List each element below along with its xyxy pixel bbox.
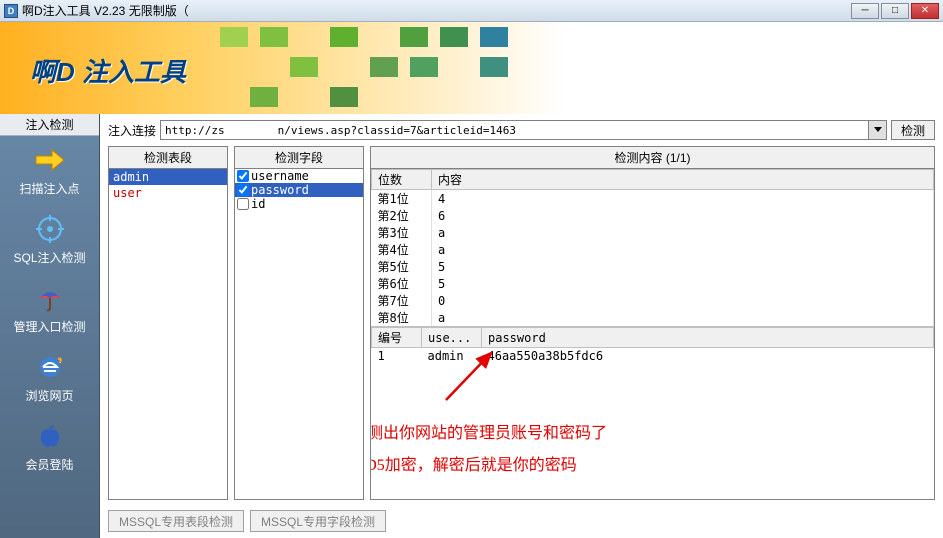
url-dropdown-button[interactable]	[869, 120, 887, 140]
field-row[interactable]: id	[235, 197, 363, 211]
table-row[interactable]: admin	[109, 169, 227, 185]
field-label: password	[251, 183, 309, 197]
annotation-text: 当然密码是MD5加密，解密后就是你的密码	[371, 451, 577, 475]
sidebar-item-label: 管理入口检测	[13, 318, 85, 335]
apple-icon	[34, 420, 66, 452]
window-titlebar: D 啊D注入工具 V2.23 无限制版（ ─ □ ✕	[0, 0, 943, 22]
url-bar: 注入连接 检测	[108, 120, 935, 140]
sidebar-item-scan[interactable]: 扫描注入点	[0, 136, 99, 205]
sidebar-item-sql[interactable]: SQL注入检测	[0, 205, 99, 274]
position-row[interactable]: 第8位a	[372, 309, 934, 326]
result-row[interactable]: 1 admin 46aa550a38b5fdc6	[372, 348, 934, 365]
fields-panel: 检测字段 username password id	[234, 146, 364, 500]
arrow-right-icon	[34, 144, 66, 176]
header-decoration	[200, 22, 943, 114]
position-row[interactable]: 第7位0	[372, 292, 934, 309]
table-row[interactable]: user	[109, 185, 227, 201]
annotation-text: 这里就已经检测出你网站的管理员账号和密码了	[371, 419, 607, 443]
col-header-position[interactable]: 位数	[372, 170, 432, 190]
col-header-password[interactable]: password	[482, 328, 934, 348]
url-input[interactable]	[160, 120, 869, 140]
sidebar-item-label: 浏览网页	[25, 387, 73, 404]
sidebar-item-admin[interactable]: 管理入口检测	[0, 274, 99, 343]
close-button[interactable]: ✕	[911, 3, 939, 19]
window-title: 啊D注入工具 V2.23 无限制版（	[22, 2, 851, 19]
mssql-fields-button[interactable]: MSSQL专用字段检测	[250, 510, 386, 532]
fields-list[interactable]: username password id	[235, 169, 363, 499]
sidebar-item-label: SQL注入检测	[13, 249, 85, 266]
chevron-down-icon	[874, 127, 882, 133]
tables-panel-header: 检测表段	[109, 147, 227, 169]
sidebar-item-login[interactable]: 会员登陆	[0, 412, 99, 481]
content-panel-header: 检测内容 (1/1)	[371, 147, 934, 169]
app-header: 啊D 注入工具	[0, 22, 943, 114]
fields-panel-header: 检测字段	[235, 147, 363, 169]
app-icon: D	[4, 4, 18, 18]
sidebar: 注入检测 扫描注入点 SQL注入检测 管理入口检测	[0, 114, 100, 538]
field-label: username	[251, 169, 309, 183]
app-logo: 啊D 注入工具	[30, 52, 186, 89]
detect-button[interactable]: 检测	[891, 120, 935, 140]
tables-list[interactable]: admin user	[109, 169, 227, 499]
position-row[interactable]: 第6位5	[372, 275, 934, 292]
tables-panel: 检测表段 admin user	[108, 146, 228, 500]
maximize-button[interactable]: □	[881, 3, 909, 19]
field-checkbox[interactable]	[237, 198, 249, 210]
mssql-tables-button[interactable]: MSSQL专用表段检测	[108, 510, 244, 532]
field-row[interactable]: password	[235, 183, 363, 197]
results-grid[interactable]: 编号 use... password 1 admin 46aa550a38b5f…	[371, 327, 934, 499]
sidebar-item-browse[interactable]: 浏览网页	[0, 343, 99, 412]
field-row[interactable]: username	[235, 169, 363, 183]
field-checkbox[interactable]	[237, 170, 249, 182]
col-header-value[interactable]: 内容	[432, 170, 934, 190]
position-row[interactable]: 第2位6	[372, 207, 934, 224]
sidebar-item-label: 会员登陆	[25, 456, 73, 473]
position-row[interactable]: 第4位a	[372, 241, 934, 258]
position-row[interactable]: 第3位a	[372, 224, 934, 241]
position-row[interactable]: 第5位5	[372, 258, 934, 275]
url-label: 注入连接	[108, 122, 156, 139]
positions-grid[interactable]: 位数 内容 第1位4 第2位6 第3位a 第4位a 第5位5 第6位5 第7位0…	[371, 169, 934, 327]
bottom-toolbar: MSSQL专用表段检测 MSSQL专用字段检测	[108, 506, 935, 532]
position-row[interactable]: 第1位4	[372, 190, 934, 208]
sidebar-item-label: 扫描注入点	[19, 180, 79, 197]
main-area: 注入连接 检测 检测表段 admin user 检测字段	[100, 114, 943, 538]
target-icon	[34, 213, 66, 245]
sidebar-tab[interactable]: 注入检测	[0, 114, 99, 136]
minimize-button[interactable]: ─	[851, 3, 879, 19]
ie-icon	[34, 351, 66, 383]
field-checkbox[interactable]	[237, 184, 249, 196]
col-header-user[interactable]: use...	[422, 328, 482, 348]
umbrella-icon	[34, 282, 66, 314]
col-header-no[interactable]: 编号	[372, 328, 422, 348]
content-panel: 检测内容 (1/1) 位数 内容 第1位4 第2位6 第3位a 第4位a	[370, 146, 935, 500]
field-label: id	[251, 197, 265, 211]
